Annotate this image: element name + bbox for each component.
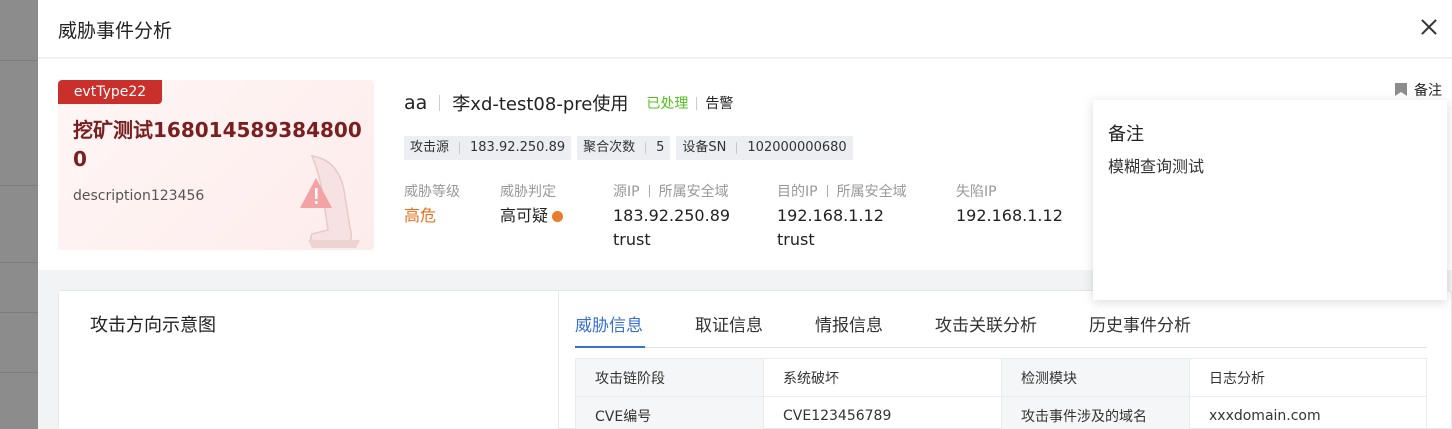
- table-row: CVE编号 CVE123456789 攻击事件涉及的域名 xxxdomain.c…: [575, 396, 1427, 429]
- active-tab-indicator: [575, 346, 645, 348]
- chip-label: 聚合次数: [583, 140, 636, 155]
- field-compromised-ip: 失陷IP 192.168.1.12: [956, 181, 1063, 228]
- field-source-ip: 源IP 所属安全域 183.92.250.89 trust: [613, 181, 730, 252]
- close-icon[interactable]: [1416, 14, 1442, 40]
- field-label: 目的IP 所属安全域: [777, 184, 907, 200]
- chip-value: 183.92.250.89: [470, 140, 566, 155]
- field-label: 威胁等级: [404, 184, 460, 200]
- table-value: 日志分析: [1189, 358, 1427, 397]
- background-page: [0, 0, 38, 429]
- chip-label: 设备SN: [682, 140, 727, 155]
- note-flag-icon: [1395, 83, 1407, 96]
- destination-domain-value: trust: [777, 230, 815, 249]
- field-threat-verdict: 威胁判定 高可疑: [500, 181, 564, 228]
- divider: [439, 95, 441, 111]
- table-key: 攻击链阶段: [575, 358, 764, 397]
- destination-ip-value: 192.168.1.12: [777, 206, 884, 225]
- table-row: 攻击链阶段 系统破坏 检测模块 日志分析: [575, 358, 1427, 397]
- drawer-header: 威胁事件分析: [38, 0, 1452, 58]
- tab-threat-info[interactable]: 威胁信息: [575, 311, 643, 336]
- table-value: 系统破坏: [763, 358, 1002, 397]
- status-badge: 已处理: [646, 96, 689, 112]
- source-domain-value: trust: [613, 230, 651, 249]
- chip-aggregate-count: 聚合次数 5: [577, 136, 671, 160]
- table-value: xxxdomain.com: [1189, 396, 1427, 429]
- field-destination-ip: 目的IP 所属安全域 192.168.1.12 trust: [777, 181, 907, 252]
- event-short-name: aa: [404, 92, 428, 114]
- table-key: 检测模块: [1001, 358, 1190, 397]
- chip-attack-source: 攻击源 183.92.250.89: [404, 136, 572, 160]
- field-threat-level: 威胁等级 高危: [404, 181, 460, 228]
- attack-direction-title: 攻击方向示意图: [90, 315, 216, 336]
- threat-level-value: 高危: [404, 206, 437, 225]
- field-label: 威胁判定: [500, 184, 556, 200]
- note-button-label: 备注: [1414, 83, 1442, 99]
- event-description: description123456: [73, 188, 205, 204]
- detail-panel: 攻击方向示意图 威胁信息 取证信息 情报信息 攻击关联分析 历史事件分析 攻击链…: [58, 290, 1452, 429]
- event-kind: 告警: [705, 96, 734, 112]
- field-label: 失陷IP: [956, 184, 997, 200]
- threat-verdict: 高可疑: [500, 204, 564, 228]
- warning-illustration-icon: [300, 155, 360, 248]
- tab-evidence-info[interactable]: 取证信息: [695, 311, 763, 336]
- event-title-row: aa 李xd-test08-pre使用 已处理 告警: [404, 90, 733, 116]
- tab-history-analysis[interactable]: 历史事件分析: [1089, 311, 1191, 336]
- threat-analysis-drawer: 威胁事件分析 evtType22 挖矿测试1680145893848000 de…: [38, 0, 1452, 429]
- note-popover: 备注 模糊查询测试: [1093, 100, 1447, 300]
- note-popover-title: 备注: [1108, 124, 1144, 145]
- attribute-chips: 攻击源 183.92.250.89 聚合次数 5 设备SN 1020000006…: [404, 136, 853, 160]
- event-type-tag: evtType22: [58, 80, 162, 104]
- divider: [696, 96, 698, 110]
- chip-value: 102000000680: [747, 140, 847, 155]
- chip-value: 5: [656, 140, 665, 155]
- event-card: evtType22 挖矿测试1680145893848000 descripti…: [58, 80, 374, 250]
- tab-intel-info[interactable]: 情报信息: [815, 311, 883, 336]
- table-key: 攻击事件涉及的域名: [1001, 396, 1190, 429]
- threat-info-table: 攻击链阶段 系统破坏 检测模块 日志分析 CVE编号 CVE123456789 …: [575, 358, 1427, 429]
- drawer-title: 威胁事件分析: [58, 20, 173, 42]
- source-ip-value: 183.92.250.89: [613, 206, 731, 225]
- threat-verdict-value: 高可疑: [500, 206, 549, 225]
- chip-device-sn: 设备SN 102000000680: [676, 136, 853, 160]
- table-key: CVE编号: [575, 396, 764, 429]
- attack-direction-panel: 攻击方向示意图: [59, 291, 559, 429]
- compromised-ip-value: 192.168.1.12: [956, 206, 1063, 225]
- chip-label: 攻击源: [410, 140, 450, 155]
- tab-attack-correlation[interactable]: 攻击关联分析: [935, 311, 1037, 336]
- note-popover-body: 模糊查询测试: [1108, 157, 1205, 176]
- note-button[interactable]: 备注: [1394, 80, 1442, 100]
- asset-name: 李xd-test08-pre使用: [452, 94, 629, 115]
- table-value: CVE123456789: [763, 396, 1002, 429]
- verdict-dot-icon: [552, 211, 564, 222]
- field-label: 源IP 所属安全域: [613, 184, 729, 200]
